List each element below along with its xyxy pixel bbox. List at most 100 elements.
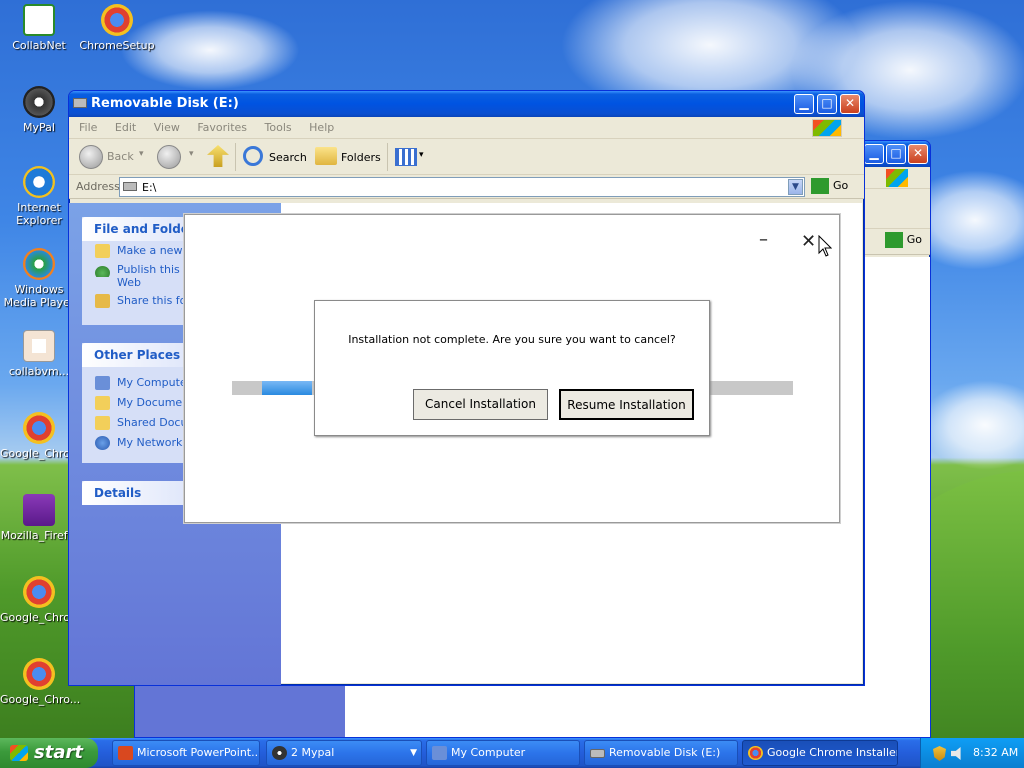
- my-computer-icon: [432, 746, 447, 760]
- chrome-installer-icon: [23, 576, 55, 608]
- go-button[interactable]: Go: [884, 232, 922, 248]
- task-label: Web: [117, 277, 141, 289]
- installer-minimize-button[interactable]: –: [759, 229, 768, 250]
- taskbar: start Microsoft PowerPoint... 2 Mypal ▼ …: [0, 738, 1024, 768]
- taskbar-item-mypal[interactable]: 2 Mypal ▼: [266, 740, 422, 766]
- confirm-message: Installation not complete. Are you sure …: [348, 333, 676, 346]
- desktop-icon-google-chrome-3[interactable]: Google_Chro...: [0, 658, 80, 706]
- mouse-cursor-icon: [818, 235, 832, 257]
- my-computer-icon: [95, 376, 110, 390]
- desktop: CollabNet ChromeSetup MyPal Internet Exp…: [0, 0, 1024, 738]
- chrome-setup-icon: [101, 4, 133, 36]
- forward-arrow-icon[interactable]: [157, 145, 181, 169]
- cancel-confirm-dialog[interactable]: Installation not complete. Are you sure …: [314, 300, 710, 436]
- desktop-icon-internet-explorer[interactable]: Internet Explorer: [0, 166, 78, 227]
- up-folder-icon[interactable]: [207, 145, 229, 167]
- collabnet-icon: [23, 4, 55, 36]
- minimize-button[interactable]: ▁: [864, 144, 884, 164]
- back-dropdown-icon[interactable]: ▾: [139, 149, 144, 159]
- back-arrow-icon[interactable]: [79, 145, 103, 169]
- search-button[interactable]: Search: [269, 151, 307, 164]
- address-bar: Address E:\ ▼ Go: [69, 175, 864, 199]
- explorer-titlebar[interactable]: Removable Disk (E:) ▁ □ ✕: [69, 91, 864, 117]
- start-button[interactable]: start: [0, 738, 98, 768]
- minimize-button[interactable]: ▁: [794, 94, 814, 114]
- window-title: Removable Disk (E:): [91, 96, 239, 111]
- cloud: [920, 380, 1024, 470]
- powerpoint-file-icon: [23, 330, 55, 362]
- firefox-installer-icon: [23, 494, 55, 526]
- address-input[interactable]: E:\ ▼: [119, 177, 805, 197]
- desktop-icon-chromesetup[interactable]: ChromeSetup: [78, 4, 156, 52]
- menu-view[interactable]: View: [154, 121, 180, 134]
- windows-logo-icon: [886, 169, 908, 187]
- taskbar-item-label: My Computer: [451, 746, 526, 759]
- address-value: E:\: [142, 181, 157, 194]
- search-icon: [243, 146, 263, 166]
- share-folder-icon: [95, 294, 110, 308]
- taskbar-item-label: 2 Mypal: [291, 746, 335, 759]
- desktop-icon-label: Internet Explorer: [16, 201, 62, 227]
- menu-tools[interactable]: Tools: [265, 121, 292, 134]
- security-shield-icon[interactable]: [933, 746, 946, 761]
- maximize-button[interactable]: □: [817, 94, 837, 114]
- desktop-icon-label: CollabNet: [12, 39, 66, 52]
- taskbar-item-label: Microsoft PowerPoint...: [137, 746, 260, 759]
- network-places-icon: [95, 436, 110, 450]
- cancel-installation-button[interactable]: Cancel Installation: [413, 389, 548, 420]
- drive-icon: [123, 182, 137, 191]
- mypal-icon: [23, 86, 55, 118]
- media-player-icon: [23, 248, 55, 280]
- system-tray: 8:32 AM: [920, 738, 1024, 768]
- new-folder-icon: [95, 244, 110, 258]
- views-icon[interactable]: [395, 148, 417, 166]
- clock[interactable]: 8:32 AM: [973, 738, 1018, 768]
- forward-dropdown-icon[interactable]: ▾: [189, 149, 194, 159]
- taskbar-item-powerpoint[interactable]: Microsoft PowerPoint...: [112, 740, 260, 766]
- group-dropdown-icon[interactable]: ▼: [410, 741, 417, 765]
- toolbar-separator: [235, 143, 236, 171]
- task-label: Publish this fo: [117, 263, 194, 276]
- desktop-icon-collabvm[interactable]: collabvm...: [0, 330, 78, 378]
- desktop-icon-google-chrome-1[interactable]: Google_Chro...: [0, 412, 80, 460]
- go-label: Go: [906, 233, 922, 246]
- folders-icon: [315, 147, 337, 165]
- menu-help[interactable]: Help: [309, 121, 334, 134]
- my-documents-icon: [95, 396, 110, 410]
- desktop-icon-mypal[interactable]: MyPal: [0, 86, 78, 134]
- place-label: My Document: [117, 396, 194, 409]
- taskbar-item-removable-disk[interactable]: Removable Disk (E:): [584, 740, 738, 766]
- maximize-button[interactable]: □: [886, 144, 906, 164]
- resume-installation-button[interactable]: Resume Installation: [559, 389, 694, 420]
- powerpoint-icon: [118, 746, 133, 760]
- taskbar-item-label: Removable Disk (E:): [609, 746, 721, 759]
- desktop-icon-media-player[interactable]: Windows Media Player: [0, 248, 78, 309]
- back-label[interactable]: Back: [107, 150, 134, 163]
- toolbar: Back ▾ ▾ Search Folders ▾: [69, 139, 864, 175]
- volume-icon[interactable]: [951, 747, 961, 760]
- address-dropdown-icon[interactable]: ▼: [788, 179, 803, 195]
- mypal-icon: [272, 746, 287, 760]
- shared-documents-icon: [95, 416, 110, 430]
- menubar: File Edit View Favorites Tools Help: [69, 117, 864, 139]
- toolbar-separator: [387, 143, 388, 171]
- taskbar-item-chrome-installer[interactable]: Google Chrome Installer: [742, 740, 898, 766]
- close-button[interactable]: ✕: [908, 144, 928, 164]
- installer-progress-fill: [262, 381, 312, 395]
- views-dropdown-icon[interactable]: ▾: [419, 150, 424, 160]
- taskbar-item-my-computer[interactable]: My Computer: [426, 740, 580, 766]
- installer-close-button[interactable]: ✕: [801, 231, 816, 252]
- place-label: My Computer: [117, 376, 192, 389]
- menu-file[interactable]: File: [79, 121, 97, 134]
- close-button[interactable]: ✕: [840, 94, 860, 114]
- place-label: Shared Docun: [117, 416, 195, 429]
- go-arrow-icon: [811, 178, 829, 194]
- go-button[interactable]: Go: [811, 178, 848, 194]
- menu-favorites[interactable]: Favorites: [197, 121, 247, 134]
- menu-edit[interactable]: Edit: [115, 121, 136, 134]
- desktop-icon-collabnet[interactable]: CollabNet: [0, 4, 78, 52]
- desktop-icon-google-chrome-2[interactable]: Google_Chro...: [0, 576, 80, 624]
- folders-button[interactable]: Folders: [341, 151, 381, 164]
- desktop-icon-mozilla-firefox[interactable]: Mozilla_Firef...: [0, 494, 78, 542]
- windows-logo-icon: [812, 119, 842, 137]
